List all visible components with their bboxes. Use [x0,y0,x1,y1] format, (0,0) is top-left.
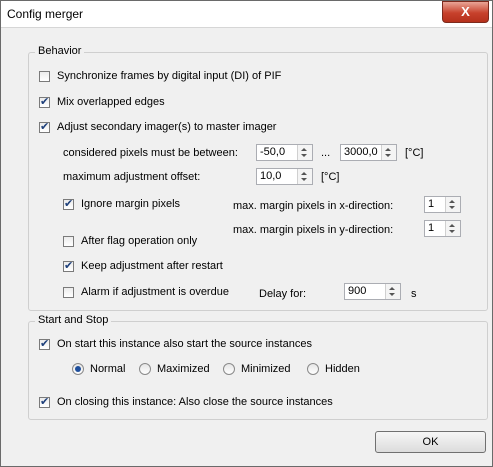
pixels-max-stepper[interactable] [381,145,396,160]
margin-y-label: max. margin pixels in y-direction: [233,224,394,236]
after-flag-checkbox[interactable] [63,236,74,247]
ok-button[interactable]: OK [375,431,486,453]
margin-x-value[interactable]: 1 [428,198,434,210]
radio-maximized[interactable] [139,363,151,375]
ignore-margin-checkbox[interactable] [63,197,74,210]
after-flag-label[interactable]: After flag operation only [81,235,197,247]
close-sources-label[interactable]: On closing this instance: Also close the… [57,396,333,408]
pixels-max-value[interactable]: 3000,0 [344,146,378,158]
pixels-unit-label: [°C] [405,147,424,159]
ignore-margin-label[interactable]: Ignore margin pixels [81,198,180,210]
delay-unit-label: s [411,288,417,300]
start-stop-legend: Start and Stop [35,314,112,326]
delay-value[interactable]: 900 [348,285,366,297]
keep-adjustment-checkbox[interactable] [63,259,74,272]
close-sources-checkbox[interactable] [39,395,50,408]
delay-spinner[interactable]: 900 [344,283,401,300]
pixels-between-label: considered pixels must be between: [63,147,238,159]
radio-maximized-label[interactable]: Maximized [157,363,210,375]
close-button[interactable]: X [442,1,489,23]
max-offset-label: maximum adjustment offset: [63,171,201,183]
margin-x-stepper[interactable] [445,197,460,212]
pixels-min-value[interactable]: -50,0 [260,146,285,158]
pixels-min-stepper[interactable] [297,145,312,160]
margin-x-label: max. margin pixels in x-direction: [233,200,394,212]
start-sources-label[interactable]: On start this instance also start the so… [57,338,312,350]
config-merger-dialog: Config merger X Behavior Synchronize fra… [0,0,493,467]
sync-frames-label[interactable]: Synchronize frames by digital input (DI)… [57,70,281,82]
margin-y-spinner[interactable]: 1 [424,220,461,237]
adjust-secondary-checkbox[interactable] [39,120,50,133]
margin-y-value[interactable]: 1 [428,222,434,234]
range-separator: ... [321,147,331,159]
radio-normal-label[interactable]: Normal [90,363,125,375]
mix-edges-label[interactable]: Mix overlapped edges [57,96,165,108]
behavior-legend: Behavior [35,45,85,57]
alarm-overdue-checkbox[interactable] [63,287,74,298]
pixels-max-spinner[interactable]: 3000,0 [340,144,397,161]
max-offset-stepper[interactable] [297,169,312,184]
radio-hidden[interactable] [307,363,319,375]
alarm-overdue-label[interactable]: Alarm if adjustment is overdue [81,286,229,298]
title-bar[interactable]: Config merger X [1,1,492,28]
radio-minimized[interactable] [223,363,235,375]
radio-minimized-label[interactable]: Minimized [241,363,291,375]
start-sources-checkbox[interactable] [39,337,50,350]
mix-edges-checkbox[interactable] [39,95,50,108]
radio-hidden-label[interactable]: Hidden [325,363,360,375]
max-offset-unit-label: [°C] [321,171,340,183]
adjust-secondary-label[interactable]: Adjust secondary imager(s) to master ima… [57,121,276,133]
margin-y-stepper[interactable] [445,221,460,236]
delay-stepper[interactable] [385,284,400,299]
pixels-min-spinner[interactable]: -50,0 [256,144,313,161]
window-title: Config merger [7,7,84,21]
radio-normal[interactable] [72,363,84,375]
max-offset-spinner[interactable]: 10,0 [256,168,313,185]
delay-label: Delay for: [259,288,307,300]
margin-x-spinner[interactable]: 1 [424,196,461,213]
sync-frames-checkbox[interactable] [39,71,50,82]
max-offset-value[interactable]: 10,0 [260,170,281,182]
keep-adjustment-label[interactable]: Keep adjustment after restart [81,260,223,272]
